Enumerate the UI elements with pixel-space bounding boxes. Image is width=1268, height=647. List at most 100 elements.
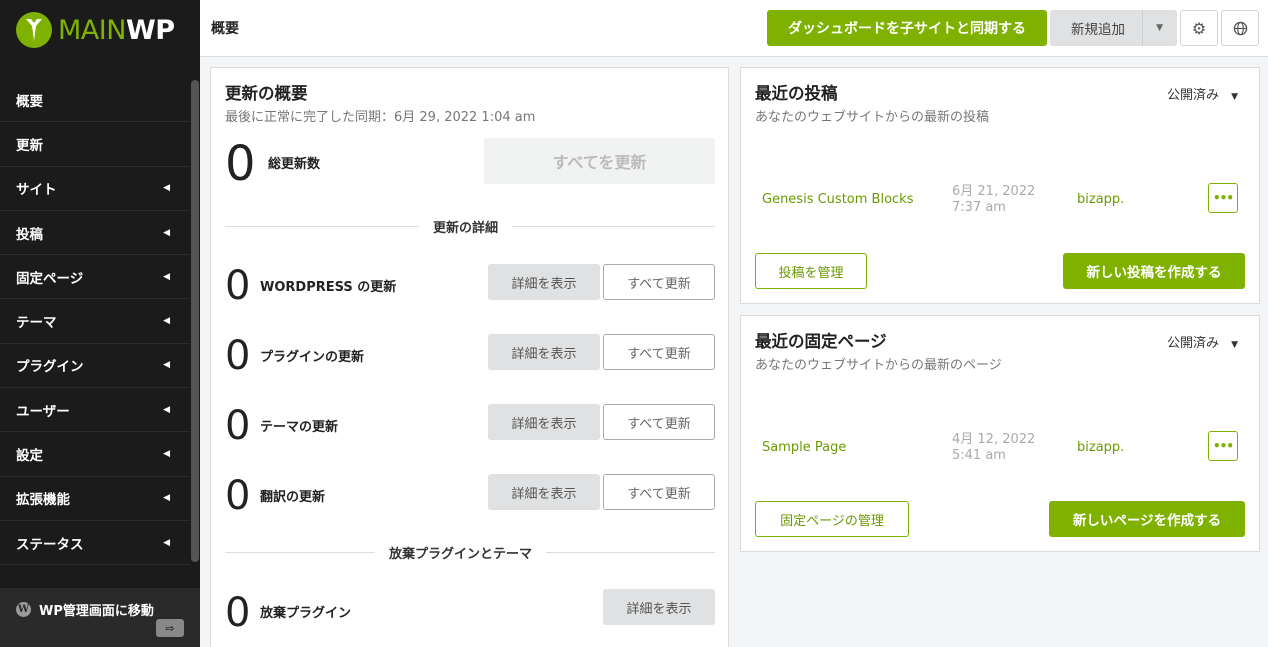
posts-status-label: 公開済み bbox=[1167, 88, 1220, 103]
update-count: 0 bbox=[225, 403, 251, 449]
total-updates-count: 0 bbox=[225, 136, 256, 192]
sidebar-item-label: 更新 bbox=[16, 137, 43, 154]
pages-status-filter[interactable]: 公開済み ▼ bbox=[1167, 332, 1238, 351]
sidebar-item[interactable]: 設定 ◀ bbox=[0, 432, 190, 477]
view-details-button[interactable]: 詳細を表示 bbox=[488, 264, 600, 300]
mainwp-logo-icon bbox=[16, 12, 52, 48]
add-new-separator bbox=[1142, 10, 1143, 46]
sidebar-item-label: 固定ページ bbox=[16, 270, 84, 287]
sidebar-item[interactable]: テーマ ◀ bbox=[0, 299, 190, 344]
recent-pages-subtitle: あなたのウェブサイトからの最新のページ bbox=[755, 358, 1002, 373]
updates-overview-title: 更新の概要 bbox=[225, 84, 308, 103]
recent-posts-subtitle: あなたのウェブサイトからの最新の投稿 bbox=[755, 110, 990, 125]
update-details-heading: 更新の詳細 bbox=[419, 217, 513, 236]
updates-overview-card: 更新の概要 最後に正常に完了した同期：6月 29, 2022 1:04 am 0… bbox=[210, 67, 729, 647]
view-details-button[interactable]: 詳細を表示 bbox=[488, 404, 600, 440]
sidebar-item-label: ステータス bbox=[16, 536, 84, 553]
globe-icon bbox=[1233, 21, 1247, 35]
sidebar-item-label: 投稿 bbox=[16, 226, 43, 243]
sidebar-item[interactable]: 概要 bbox=[0, 78, 190, 123]
update-label: プラグインの更新 bbox=[260, 350, 365, 365]
recent-pages-card: 最近の固定ページ あなたのウェブサイトからの最新のページ 公開済み ▼ Samp… bbox=[740, 315, 1260, 552]
view-details-button[interactable]: 詳細を表示 bbox=[488, 474, 600, 510]
sidebar-item[interactable]: ユーザー ◀ bbox=[0, 388, 190, 433]
sidebar-scrollbar-thumb[interactable] bbox=[191, 80, 199, 562]
chevron-left-icon: ◀ bbox=[163, 537, 170, 548]
create-page-button[interactable]: 新しいページを作成する bbox=[1049, 501, 1245, 537]
page-title: 概要 bbox=[211, 21, 239, 37]
wp-admin-link[interactable]: W WP管理画面に移動 ⇨ bbox=[0, 588, 200, 647]
add-new-dropdown[interactable]: 新規追加 ▼ bbox=[1050, 10, 1177, 46]
post-title-link[interactable]: Genesis Custom Blocks bbox=[762, 192, 913, 207]
sidebar-item-label: 設定 bbox=[16, 448, 43, 465]
total-updates-label: 総更新数 bbox=[268, 157, 321, 172]
sidebar-item-label: サイト bbox=[16, 182, 57, 199]
sidebar-item[interactable]: プラグイン ◀ bbox=[0, 344, 190, 389]
chevron-down-icon: ▼ bbox=[1231, 92, 1239, 102]
recent-posts-card: 最近の投稿 あなたのウェブサイトからの最新の投稿 公開済み ▼ Genesis … bbox=[740, 67, 1260, 304]
more-icon: ••• bbox=[1212, 191, 1234, 205]
post-date: 6月 21, 2022 7:37 am bbox=[952, 184, 1035, 216]
chevron-down-icon: ▼ bbox=[1231, 340, 1239, 350]
post-date-day: 6月 21, 2022 bbox=[952, 184, 1036, 199]
update-all-items-button[interactable]: すべて更新 bbox=[603, 474, 715, 510]
wp-admin-label: WP管理画面に移動 bbox=[39, 604, 154, 619]
abandoned-view-details-button[interactable]: 詳細を表示 bbox=[603, 589, 715, 625]
sidebar: MAINWP 概要 更新 サイト ◀ 投稿 ◀ 固定ページ ◀ テーマ ◀ プラグイン ◀ ユーザー ◀ 設… bbox=[0, 0, 200, 647]
sidebar-item[interactable]: 固定ページ ◀ bbox=[0, 255, 190, 300]
update-all-items-button[interactable]: すべて更新 bbox=[603, 264, 715, 300]
exit-icon[interactable]: ⇨ bbox=[156, 619, 184, 637]
sidebar-item-label: プラグイン bbox=[16, 359, 84, 376]
sidebar-item[interactable]: 投稿 ◀ bbox=[0, 211, 190, 256]
abandoned-count: 0 bbox=[225, 590, 251, 636]
chevron-left-icon: ◀ bbox=[163, 493, 170, 504]
posts-status-filter[interactable]: 公開済み ▼ bbox=[1167, 84, 1238, 103]
manage-pages-button[interactable]: 固定ページの管理 bbox=[755, 501, 909, 537]
sidebar-item-label: ユーザー bbox=[16, 403, 70, 420]
recent-pages-title: 最近の固定ページ bbox=[755, 332, 887, 351]
update-all-button[interactable]: すべてを更新 bbox=[484, 138, 715, 184]
chevron-left-icon: ◀ bbox=[163, 404, 170, 415]
sidebar-item-label: 概要 bbox=[16, 93, 43, 110]
sync-dashboard-button[interactable]: ダッシュボードを子サイトと同期する bbox=[767, 10, 1047, 46]
page-date: 4月 12, 2022 5:41 am bbox=[952, 432, 1035, 464]
page-site-link[interactable]: bizapp. bbox=[1077, 440, 1124, 455]
update-all-items-button[interactable]: すべて更新 bbox=[603, 404, 715, 440]
sidebar-item[interactable]: 拡張機能 ◀ bbox=[0, 477, 190, 521]
top-bar: 概要 ダッシュボードを子サイトと同期する 新規追加 ▼ ⚙ bbox=[200, 0, 1268, 57]
sidebar-item[interactable]: ステータス ◀ bbox=[0, 521, 190, 566]
update-all-items-button[interactable]: すべて更新 bbox=[603, 334, 715, 370]
chevron-down-icon[interactable]: ▼ bbox=[1156, 23, 1163, 33]
post-date-time: 7:37 am bbox=[952, 200, 1006, 215]
chevron-left-icon: ◀ bbox=[163, 227, 170, 238]
update-label: テーマの更新 bbox=[260, 420, 339, 435]
update-count: 0 bbox=[225, 473, 251, 519]
sidebar-item[interactable]: サイト ◀ bbox=[0, 167, 190, 211]
manage-posts-button[interactable]: 投稿を管理 bbox=[755, 253, 867, 289]
wordpress-icon: W bbox=[16, 602, 31, 617]
language-button[interactable] bbox=[1221, 10, 1259, 46]
page-date-time: 5:41 am bbox=[952, 448, 1006, 463]
update-label: WORDPRESS の更新 bbox=[260, 280, 397, 295]
abandoned-label: 放棄プラグイン bbox=[260, 606, 352, 621]
update-count: 0 bbox=[225, 263, 251, 309]
post-site-link[interactable]: bizapp. bbox=[1077, 192, 1124, 207]
mainwp-logo[interactable]: MAINWP bbox=[0, 0, 200, 60]
update-label: 翻訳の更新 bbox=[260, 490, 326, 505]
page-title-link[interactable]: Sample Page bbox=[762, 440, 846, 455]
chevron-left-icon: ◀ bbox=[163, 449, 170, 460]
post-actions-button[interactable]: ••• bbox=[1208, 183, 1238, 213]
chevron-left-icon: ◀ bbox=[163, 360, 170, 371]
view-details-button[interactable]: 詳細を表示 bbox=[488, 334, 600, 370]
sidebar-item[interactable]: 更新 bbox=[0, 122, 190, 167]
page-actions-button[interactable]: ••• bbox=[1208, 431, 1238, 461]
page-date-day: 4月 12, 2022 bbox=[952, 432, 1036, 447]
chevron-left-icon: ◀ bbox=[163, 183, 170, 194]
create-post-button[interactable]: 新しい投稿を作成する bbox=[1063, 253, 1245, 289]
gear-icon: ⚙ bbox=[1191, 18, 1207, 38]
settings-button[interactable]: ⚙ bbox=[1180, 10, 1218, 46]
sidebar-item-label: テーマ bbox=[16, 315, 57, 332]
more-icon: ••• bbox=[1212, 439, 1234, 453]
chevron-left-icon: ◀ bbox=[163, 316, 170, 327]
abandoned-heading: 放棄プラグインとテーマ bbox=[375, 543, 547, 562]
